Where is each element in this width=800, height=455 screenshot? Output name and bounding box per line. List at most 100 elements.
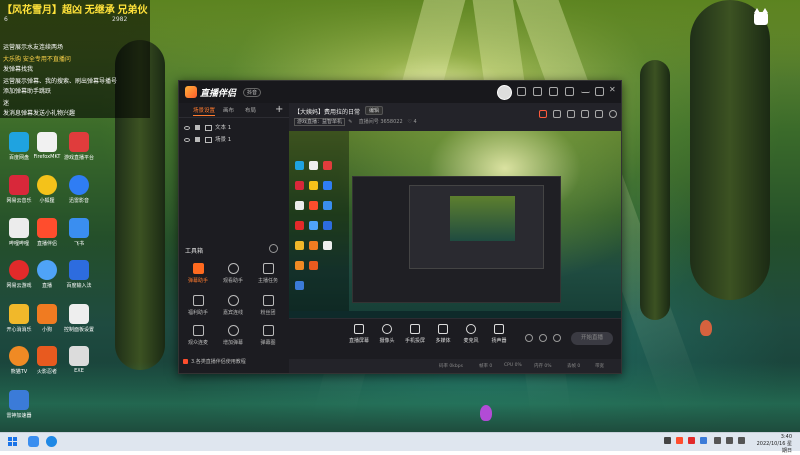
media-button[interactable]: 多媒体 — [429, 324, 457, 344]
camera-button[interactable]: 摄像头 — [373, 324, 401, 344]
window-titlebar[interactable]: 直播伴侣 抖音 ✕ — [179, 81, 621, 103]
phone-cast-button[interactable]: 手机投屏 — [401, 324, 429, 344]
mail-icon[interactable] — [533, 87, 542, 96]
taskbar-app-icon[interactable] — [46, 436, 57, 447]
desktop-icon[interactable]: 火影忍者 — [30, 346, 64, 375]
toolbox-settings-icon[interactable] — [269, 244, 278, 253]
desktop-icon[interactable]: 控制面板设置 — [62, 304, 96, 333]
tool-guest[interactable]: 嘉宾连线 — [216, 295, 250, 316]
tray-app-icon[interactable] — [688, 437, 695, 444]
tray-app-icon[interactable] — [700, 437, 707, 444]
desktop-icon[interactable]: 小狗 — [30, 304, 64, 333]
tool-danmaku-image[interactable]: 弹幕图 — [251, 325, 285, 346]
menu-icon[interactable] — [565, 87, 574, 96]
app-icon — [9, 175, 29, 195]
microphone-icon — [466, 324, 476, 334]
desktop-icon[interactable]: FirefoxMKT — [30, 132, 64, 160]
gift-list-icon[interactable] — [581, 110, 589, 118]
status-bar: 码率 0kbps 帧率 0 CPU 0% 内存 0% 丢帧 0 带宽 — [289, 358, 621, 373]
taskbar-app-icon[interactable] — [28, 436, 39, 447]
user-avatar[interactable] — [497, 85, 512, 100]
system-clock[interactable]: 3:40 2022/10/16 星期日 — [752, 434, 792, 455]
tool-watch[interactable]: 观看助手 — [216, 263, 250, 284]
scene-item[interactable]: 场景 1 — [184, 135, 231, 143]
monitor-icon — [354, 324, 364, 334]
screen-icon[interactable] — [553, 110, 561, 118]
platform-badge[interactable]: 抖音 — [243, 88, 262, 97]
image-icon — [262, 325, 274, 336]
tool-danmaku[interactable]: 弹幕助手 — [181, 263, 215, 284]
share-icon[interactable] — [609, 110, 617, 118]
scene-item[interactable]: 文本 1 — [184, 123, 231, 131]
eye-icon[interactable] — [184, 125, 190, 130]
close-icon[interactable]: ✕ — [609, 86, 618, 95]
desktop-icon[interactable]: 直播 — [30, 260, 64, 289]
network-icon[interactable] — [714, 437, 721, 444]
speaker-button[interactable]: 扬声器 — [485, 324, 513, 344]
chat-line: 发消息弹幕发送小礼物兴趣 — [3, 110, 76, 117]
data-icon[interactable] — [567, 110, 575, 118]
screen-capture-button[interactable]: 直播屏幕 — [345, 324, 373, 344]
preview-icon — [295, 181, 304, 190]
eye-icon[interactable] — [184, 137, 190, 142]
message-icon[interactable] — [517, 87, 526, 96]
live-companion-window: 直播伴侣 抖音 ✕ 场景设置 画布 布局 + 文本 1 场景 1 工具箱 弹幕助… — [178, 80, 622, 374]
replay-icon[interactable] — [539, 334, 547, 342]
chat-line: 大乐购 安全专用不直播问 — [3, 56, 71, 63]
tutorial-hint[interactable]: 3.各类直播伴侣使用教程 — [183, 358, 246, 365]
add-scene-icon[interactable]: + — [275, 104, 283, 115]
fans-icon — [262, 295, 274, 306]
desktop-icon[interactable]: 雷神加速器 — [2, 390, 36, 419]
room-category[interactable]: 游戏直播：益智单机 — [294, 118, 346, 126]
desktop-icon[interactable]: 迅雷影音 — [62, 175, 96, 204]
preview-icon — [323, 161, 332, 170]
live-preview[interactable] — [289, 131, 621, 318]
left-tabs: 场景设置 画布 布局 + — [179, 103, 289, 118]
maximize-icon[interactable] — [595, 87, 604, 96]
lock-icon[interactable] — [195, 125, 200, 130]
red-packet-icon[interactable] — [539, 110, 547, 118]
clock-date: 2022/10/16 星期日 — [756, 441, 792, 454]
app-icon — [69, 218, 89, 238]
microphone-button[interactable]: 麦克风 — [457, 324, 485, 344]
volume-icon[interactable] — [726, 437, 733, 444]
chat-line: 添加弹幕助手跳跃 — [3, 88, 52, 95]
heat-count: 2982 — [112, 16, 128, 23]
tab-layout[interactable]: 布局 — [245, 106, 256, 114]
app-icon — [69, 175, 89, 195]
desktop-icon[interactable]: 小狐狸 — [30, 175, 64, 204]
edit-title-button[interactable]: 编辑 — [365, 106, 384, 115]
tab-canvas[interactable]: 画布 — [223, 106, 234, 114]
start-live-button[interactable]: 开始直播 — [571, 332, 613, 345]
preview-icon — [309, 221, 318, 230]
status-cpu: CPU 0% — [504, 363, 522, 368]
desktop-icon[interactable]: 游戏直播平台 — [62, 132, 96, 161]
tool-task[interactable]: 主播任务 — [251, 263, 285, 284]
lock-icon[interactable] — [195, 137, 200, 142]
desktop-icon[interactable]: 直播伴侣 — [30, 218, 64, 247]
chat-line: 迷 — [3, 100, 10, 107]
preview-icon — [295, 201, 304, 210]
battery-icon[interactable] — [738, 437, 745, 444]
tool-add-danmaku[interactable]: 增加弹幕 — [216, 325, 250, 346]
settings-gear-icon[interactable] — [553, 334, 561, 342]
help-icon[interactable] — [549, 87, 558, 96]
desktop-icon[interactable]: 百度输入法 — [62, 260, 96, 289]
tray-chevron-icon[interactable] — [664, 437, 671, 444]
user-icon — [227, 263, 239, 274]
record-icon[interactable] — [525, 334, 533, 342]
app-icon — [9, 218, 29, 238]
desktop-icon[interactable]: 飞书 — [62, 218, 96, 247]
tray-app-icon[interactable] — [676, 437, 683, 444]
play-icon — [438, 324, 448, 334]
tool-mic[interactable]: 观众连麦 — [181, 325, 215, 346]
tab-scene[interactable]: 场景设置 — [193, 106, 215, 114]
desktop-icon[interactable]: EXE — [62, 346, 96, 374]
tool-fans[interactable]: 粉丝团 — [251, 295, 285, 316]
minimize-icon[interactable] — [581, 87, 590, 93]
preview-nested-window-inner — [409, 185, 544, 269]
start-menu-icon[interactable] — [8, 437, 18, 447]
fullscreen-icon[interactable] — [595, 110, 603, 118]
wallpaper-flower — [700, 320, 712, 336]
tool-welfare[interactable]: 福利助手 — [181, 295, 215, 316]
